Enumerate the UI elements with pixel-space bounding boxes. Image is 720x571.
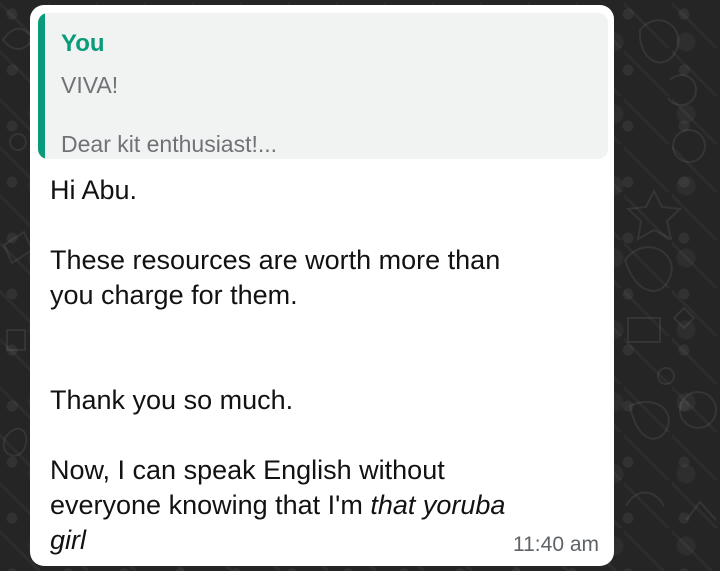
quoted-message[interactable]: You VIVA! Dear kit enthusiast!...: [38, 13, 608, 159]
message-bubble[interactable]: You VIVA! Dear kit enthusiast!... Hi Abu…: [30, 5, 614, 566]
message-greeting: Hi Abu.: [50, 175, 138, 205]
message-resource-line-2: you charge for them.: [50, 280, 298, 310]
message-english-line-1: Now, I can speak English without: [50, 455, 445, 485]
quote-sender: You: [61, 30, 105, 57]
message-english-line-2-italic: that yoruba: [370, 490, 506, 520]
message-english-line-3: girl: [50, 525, 87, 555]
message-resource-line-1: These resources are worth more than: [50, 245, 501, 275]
message-thanks: Thank you so much.: [50, 385, 294, 415]
message-timestamp: 11:40 am: [513, 533, 599, 556]
quote-first-line: VIVA!: [61, 72, 119, 98]
quote-accent-bar: [38, 13, 45, 159]
message-english-line-2: everyone knowing that I'm that yoruba: [50, 488, 505, 523]
quote-preview-line: Dear kit enthusiast!...: [61, 131, 278, 157]
message-english-line-2-plain: everyone knowing that I'm: [50, 490, 371, 520]
